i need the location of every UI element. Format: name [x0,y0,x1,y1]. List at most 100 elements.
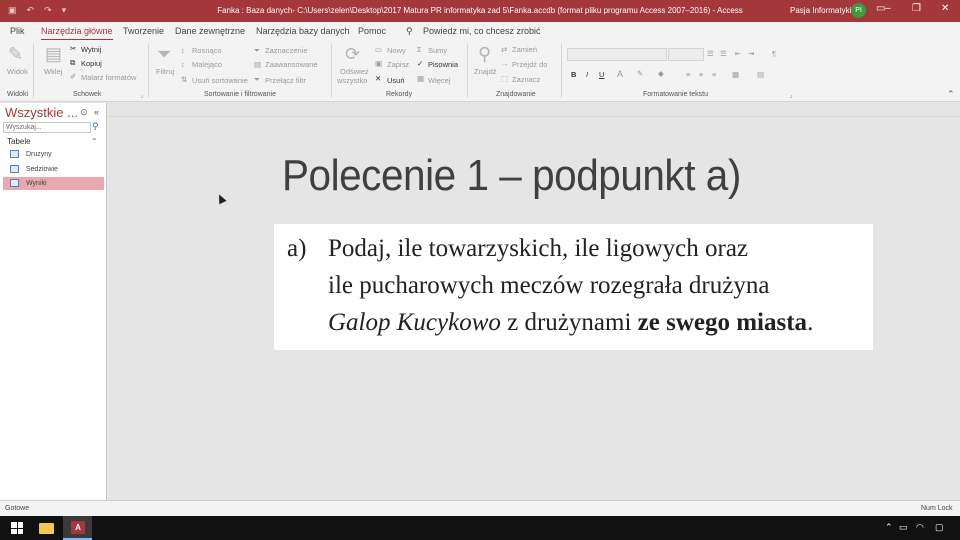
view-button[interactable]: Widok [7,67,28,76]
tray-chevron-icon[interactable]: ⌃ [885,522,893,533]
font-color-icon[interactable]: A [617,69,623,79]
close-icon[interactable]: ✕ [941,3,949,14]
search-icon[interactable]: ⚲ [92,121,99,132]
replace-button[interactable]: Zamień [512,45,537,54]
copy-button[interactable]: Kopiuj [81,59,102,68]
copy-icon[interactable]: ⧉ [70,58,75,68]
refresh-button[interactable]: Odśwież [340,67,369,76]
align-center-icon[interactable]: ≡ [699,70,703,79]
avatar[interactable]: PI [851,3,866,18]
format-painter-button[interactable]: Malarz formatów [81,73,136,82]
collapse-ribbon-icon[interactable]: ⌃ [947,89,955,100]
find-button[interactable]: Znajdź [474,67,497,76]
table-item-wyniki[interactable]: Wyniki [3,177,104,190]
indent-decrease-icon[interactable]: ⇤ [735,49,741,58]
advanced-button[interactable]: Zaawansowane [265,60,318,69]
remove-sort-icon[interactable]: ⇅ [181,75,187,84]
fill-color-icon[interactable]: ◆ [658,69,664,78]
save-record-icon[interactable]: ▣ [375,59,382,68]
indent-increase-icon[interactable]: ⇥ [748,49,754,58]
gridlines-icon[interactable]: ▤ [757,70,764,79]
format-painter-icon[interactable]: ✐ [70,72,76,81]
more-button[interactable]: Więcej [428,76,451,85]
minimize-icon[interactable]: – [885,3,891,14]
nav-pane-menu-icon[interactable]: ⊙ [80,107,88,118]
windows-start-icon[interactable] [11,522,23,534]
user-name[interactable]: Pasja Informatyki [790,6,851,15]
toggle-filter-button[interactable]: Przełącz filtr [265,76,306,85]
dialog-launcher-icon[interactable]: ⌟ [140,90,144,99]
replace-icon[interactable]: ⇄ [501,45,507,54]
group-label-schowek: Schowek [73,91,102,98]
nav-pane-title[interactable]: Wszystkie ... [5,105,78,120]
sort-descending-button[interactable]: Malejąco [192,60,222,69]
more-icon[interactable]: ▦ [417,74,424,83]
select-icon[interactable]: ⬚ [501,74,508,83]
toggle-filter-icon[interactable]: ⏷ [254,75,260,85]
new-record-icon[interactable]: ▭ [375,45,382,54]
font-size-select[interactable] [668,48,704,61]
paste-icon[interactable]: ▤ [45,44,62,65]
font-name-select[interactable] [567,48,667,61]
go-to-button[interactable]: Przejdź do [512,60,547,69]
spelling-icon[interactable]: ✓ [417,59,423,68]
cut-button[interactable]: Wytnij [81,45,101,54]
advanced-icon[interactable]: ▤ [254,60,261,69]
save-record-button[interactable]: Zapisz [387,60,409,69]
table-item-druzyny[interactable]: Druzyny [3,148,104,161]
totals-icon[interactable]: Σ [417,45,422,54]
nav-section-tables[interactable]: Tabele [7,137,31,146]
tab-pomoc[interactable]: Pomoc [358,26,386,36]
italic-icon[interactable]: I [586,70,588,79]
access-taskbar-button[interactable]: A [63,516,92,540]
align-left-icon[interactable]: ≡ [686,70,690,79]
sort-ascending-icon[interactable]: ↕ [181,46,185,55]
bold-icon[interactable]: B [571,70,576,79]
bullets-icon[interactable]: ☰ [707,49,714,58]
numbering-icon[interactable]: ☰ [720,49,727,58]
select-button[interactable]: Zaznacz [512,75,540,84]
delete-icon[interactable]: ✕ [375,74,381,83]
selection-icon[interactable]: ⏷ [254,46,260,56]
collapse-section-icon[interactable]: ⌃ [91,137,98,146]
totals-button[interactable]: Sumy [428,46,447,55]
view-icon[interactable]: ✎ [8,44,23,65]
go-to-icon[interactable]: → [501,59,509,68]
filter-button[interactable]: Filtruj [156,67,174,76]
tab-plik[interactable]: Plik [10,26,25,36]
dialog-launcher-icon[interactable]: ⌟ [789,90,793,99]
tab-narzedzia-glowne[interactable]: Narzędzia główne [41,26,113,41]
tab-dane-zewnetrzne[interactable]: Dane zewnętrzne [175,26,245,36]
slide-title: Polecenie 1 – podpunkt a) [282,151,741,200]
spelling-button[interactable]: Pisownia [428,60,458,69]
table-item-sedziowie[interactable]: Sedziowie [3,163,104,176]
refresh-all-label[interactable]: wszystko [337,76,367,85]
text-direction-icon[interactable]: ¶ [772,49,776,58]
shutter-bar-close-icon[interactable]: « [94,107,99,117]
battery-icon[interactable]: ▭ [899,522,908,533]
paste-button[interactable]: Wklej [44,67,62,76]
navigation-pane: Wszystkie ... ⊙ « Wyszukaj... ⚲ Tabele ⌃… [0,103,107,500]
sort-descending-icon[interactable]: ↕ [181,60,185,69]
alternate-row-color-icon[interactable]: ▦ [732,70,739,79]
filter-icon[interactable]: ⏷ [157,44,171,65]
new-record-button[interactable]: Nowy [387,46,406,55]
delete-button[interactable]: Usuń [387,76,405,85]
refresh-icon[interactable]: ⟳ [345,44,360,65]
sort-ascending-button[interactable]: Rosnąco [192,46,222,55]
file-explorer-icon[interactable] [39,523,54,534]
selection-button[interactable]: Zaznaczenie [265,46,308,55]
align-right-icon[interactable]: ≡ [712,70,716,79]
tell-me-input[interactable]: Powiedz mi, co chcesz zrobić [423,26,541,36]
nav-search-input[interactable]: Wyszukaj... [3,122,91,133]
underline-icon[interactable]: U [599,70,604,79]
remove-sort-button[interactable]: Usuń sortowanie [192,76,248,85]
notifications-icon[interactable]: ▢ [935,522,944,533]
tab-narzedzia-bazy-danych[interactable]: Narzędzia bazy danych [256,26,350,36]
cut-icon[interactable]: ✂ [70,44,76,53]
highlight-icon[interactable]: ✎ [637,69,643,78]
tab-tworzenie[interactable]: Tworzenie [123,26,164,36]
wifi-icon[interactable]: ◠ [916,522,924,533]
find-icon[interactable]: ⚲ [478,44,491,65]
restore-icon[interactable]: ❐ [912,3,921,14]
